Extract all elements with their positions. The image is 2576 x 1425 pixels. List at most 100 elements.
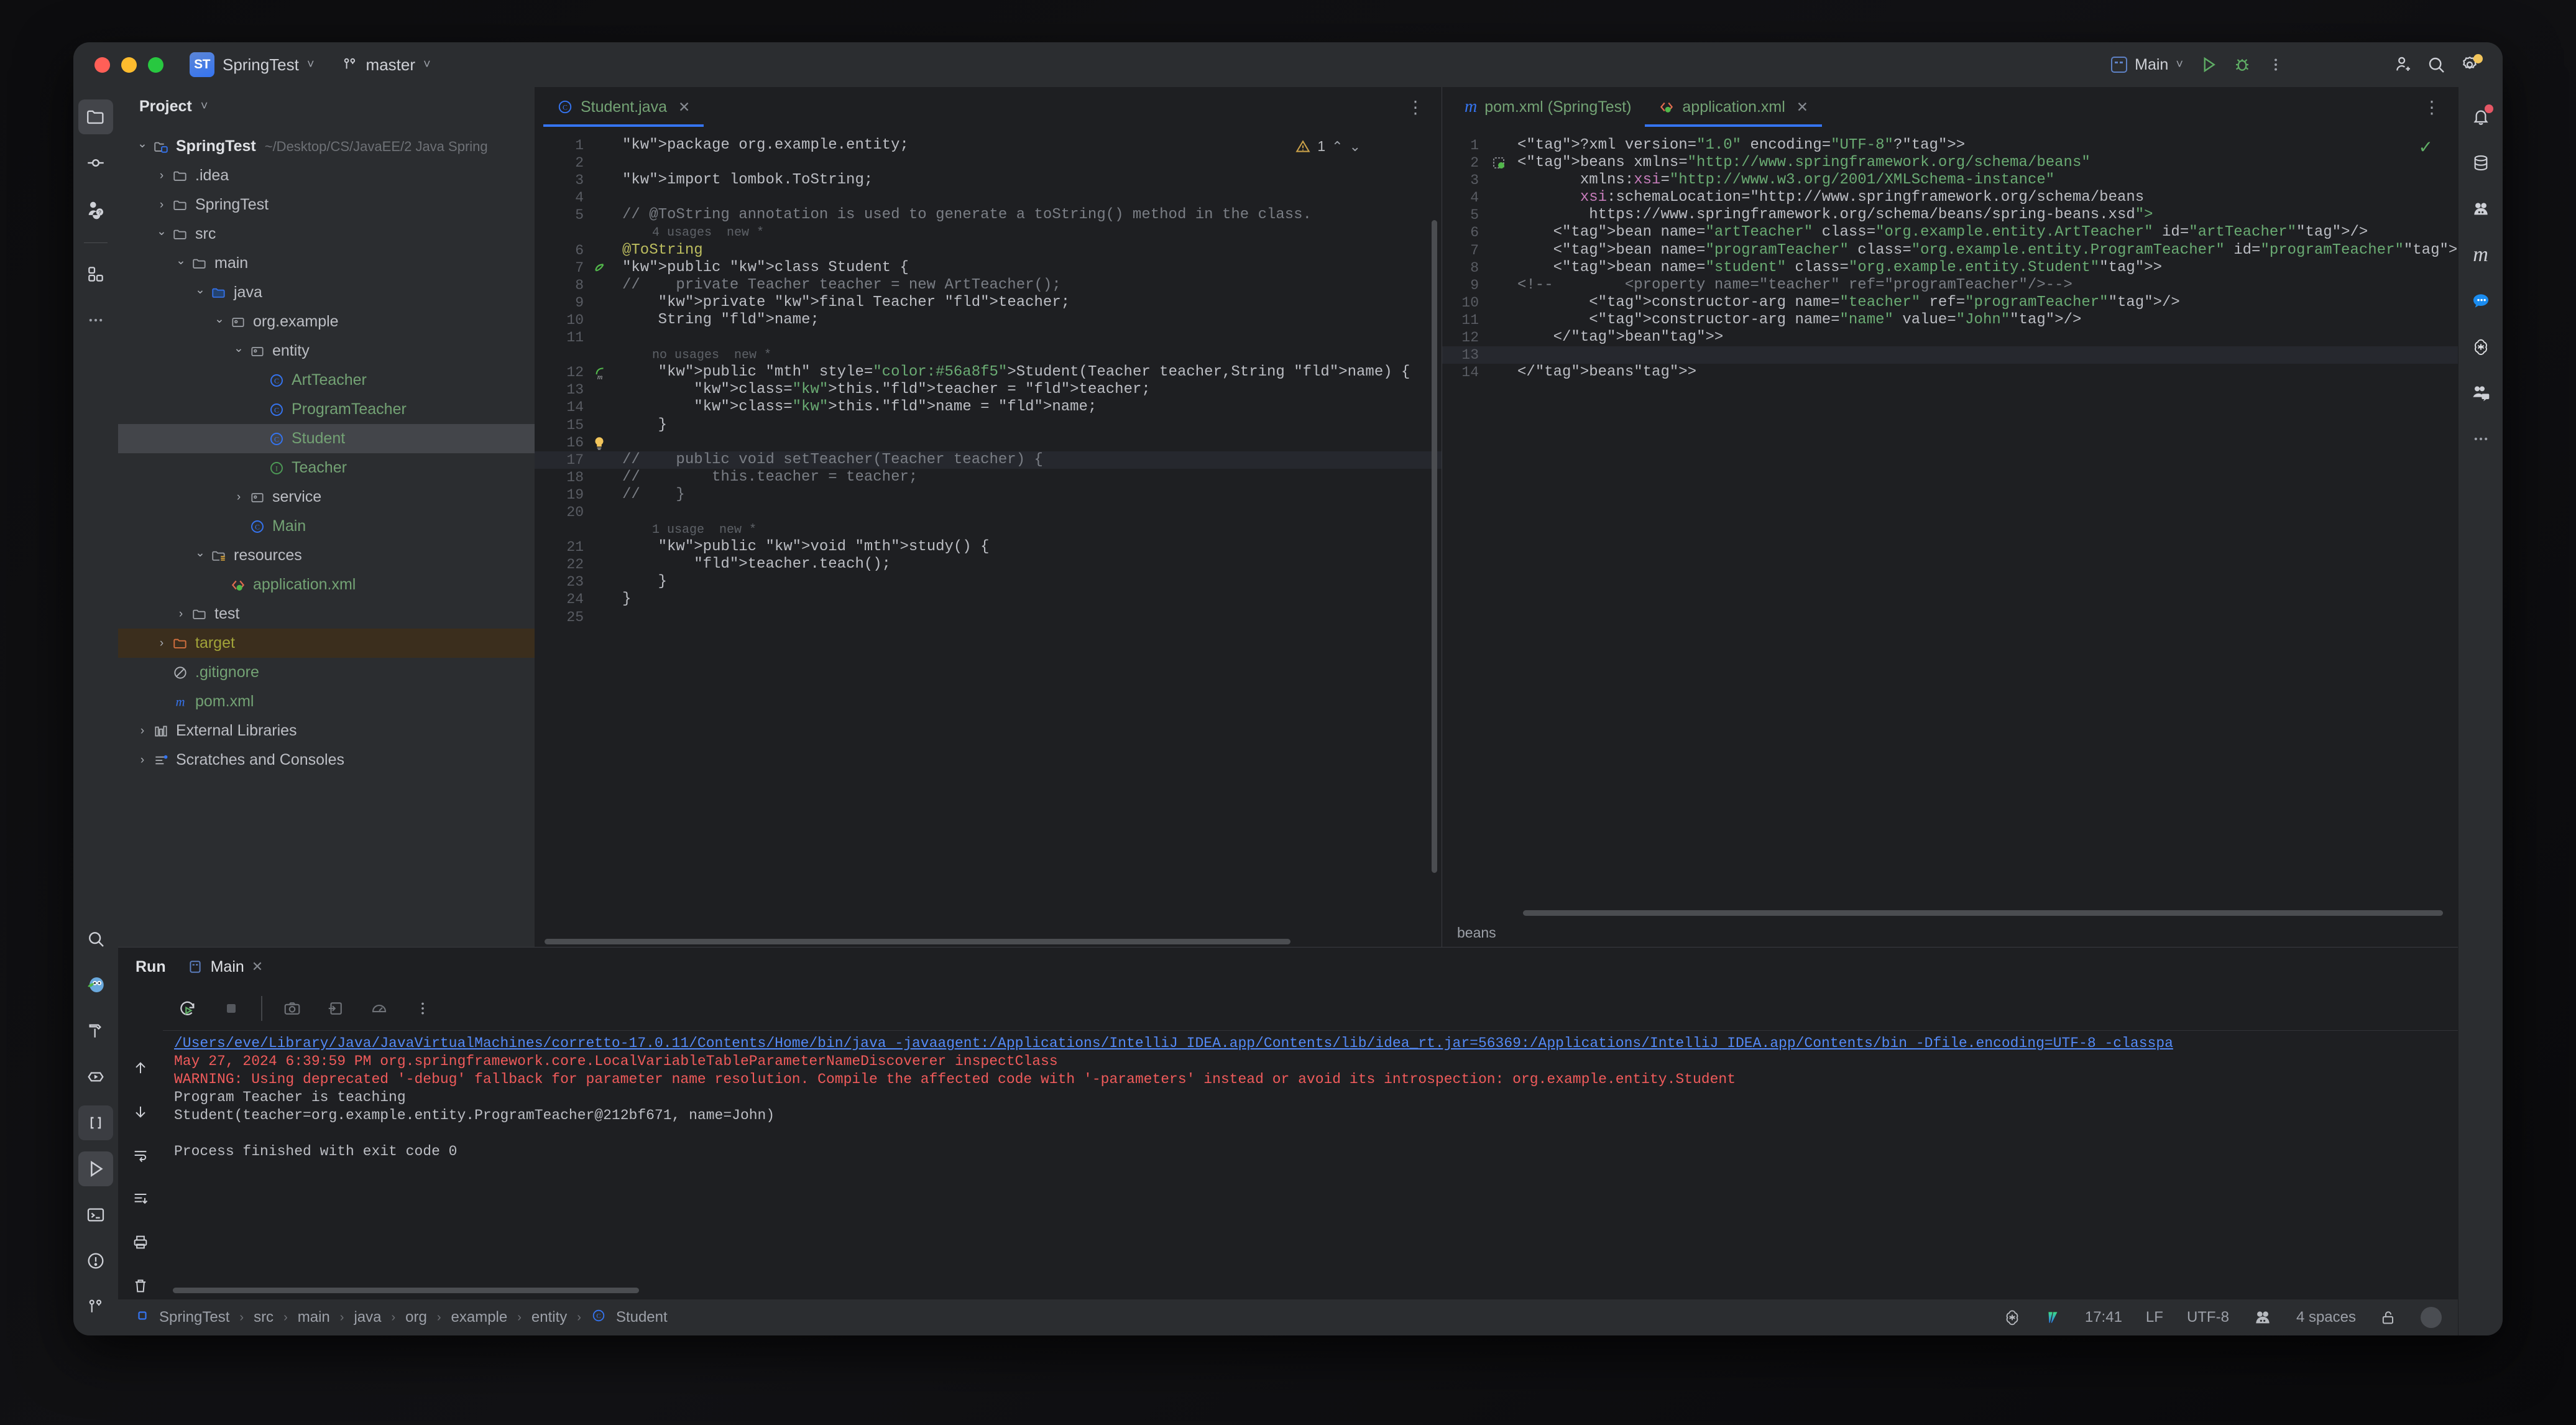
tree-node--gitignore[interactable]: .gitignore [118,658,535,687]
tab-student-java[interactable]: C Student.java ✕ [543,87,704,127]
chevron-down-icon[interactable]: ⌄ [211,312,228,326]
settings-button[interactable] [2453,48,2486,81]
java-vertical-scrollbar[interactable] [1432,220,1437,873]
breadcrumb[interactable]: SpringTest › src › main › java › org › example › ent… [136,1308,668,1327]
sidebar-item-structure[interactable] [78,257,113,292]
file-encoding[interactable]: UTF-8 [2187,1309,2229,1326]
scroll-down-button[interactable] [127,1098,154,1125]
breadcrumb-item[interactable]: org [405,1309,427,1326]
tree-node-org-example[interactable]: ⌄ org.example [118,307,535,336]
java-code-area[interactable]: 1 2 3 4 5 6 7 8 9 10 11 12 m 13 14 15 16 17 18 19 20 21 22 23 24… [535,127,1442,947]
xml-code-area[interactable]: 1 2 3 4 5 6 7 8 9 10 11 12 13 14 <"tag">?xml version=… [1442,127,2458,918]
inspection-widget[interactable]: 1 ⌃ ⌄ [1295,138,1361,155]
console-hscroll-track[interactable] [163,1286,2458,1296]
maximize-window-button[interactable] [148,57,163,73]
close-window-button[interactable] [94,57,110,73]
openai-icon[interactable] [2003,1308,2022,1327]
tree-node-artteacher[interactable]: C ArtTeacher [118,366,535,395]
xml-breadcrumb[interactable]: beans [1442,918,2458,947]
chevron-right-icon[interactable]: › [154,169,170,183]
profiler-button[interactable] [366,995,393,1022]
tree-node-teacher[interactable]: I Teacher [118,453,535,482]
spring-bean-icon[interactable] [1488,155,1506,170]
project-selector[interactable]: ST SpringTest ˅ [190,52,315,77]
soft-wrap-button[interactable] [127,1141,154,1169]
sidebar-item-services[interactable] [78,1059,113,1094]
tree-node-application-xml[interactable]: application.xml [118,570,535,599]
chevron-right-icon[interactable]: › [231,491,247,504]
sidebar-item-project[interactable] [78,99,113,134]
sidebar-item-more[interactable] [2463,422,2498,456]
tree-node-programteacher[interactable]: C ProgramTeacher [118,395,535,424]
tree-node-pom-xml[interactable]: m pom.xml [118,687,535,716]
console-more-button[interactable] [409,995,436,1022]
rerun-button[interactable] [174,995,201,1022]
java-hscroll-track[interactable] [535,937,1442,947]
avatar[interactable] [2421,1307,2442,1328]
sidebar-item-run[interactable] [78,1151,113,1186]
tree-node-test[interactable]: › test [118,599,535,629]
close-icon[interactable]: ✕ [1796,99,1808,116]
breadcrumb-item[interactable]: SpringTest [159,1309,229,1326]
sidebar-item-code-with-me[interactable] [2463,376,2498,410]
tree-node-main[interactable]: C Main [118,512,535,541]
chevron-right-icon[interactable]: › [154,198,170,212]
tree-node-scratches-and-consoles[interactable]: › Scratches and Consoles [118,745,535,775]
console-line[interactable]: /Users/eve/Library/Java/JavaVirtualMachi… [163,1035,2458,1053]
tree-node-springtest[interactable]: › SpringTest [118,190,535,219]
close-icon[interactable]: ✕ [678,99,690,116]
chevron-right-icon[interactable]: › [154,637,170,650]
breadcrumb-item[interactable]: main [298,1309,330,1326]
inspection-people-icon[interactable] [2253,1307,2273,1327]
project-tree[interactable]: ⌄ SpringTest ~/Desktop/CS/JavaEE/2 Java Sp… [118,126,535,947]
console-lines[interactable]: /Users/eve/Library/Java/JavaVirtualMachi… [163,1031,2458,1161]
breadcrumb-item[interactable]: example [451,1309,508,1326]
breadcrumb-item[interactable]: entity [531,1309,567,1326]
sidebar-item-maven[interactable]: m [2463,238,2498,272]
sidebar-item-commit[interactable] [78,145,113,180]
chevron-down-icon[interactable]: ⌄ [154,224,170,239]
chevron-right-icon[interactable]: › [134,754,150,767]
chevron-right-icon[interactable]: › [134,724,150,738]
bean-icon[interactable] [589,261,607,275]
vpn-icon[interactable] [2045,1307,2061,1327]
sidebar-item-build[interactable] [78,1013,113,1048]
sidebar-item-pull-requests[interactable]: ? [78,191,113,226]
close-icon[interactable]: ✕ [252,959,263,975]
scroll-up-button[interactable] [127,1054,154,1082]
chevron-down-icon[interactable]: ⌄ [134,137,150,151]
sidebar-item-openai[interactable] [2463,330,2498,364]
sidebar-item-ai-assistant[interactable] [2463,191,2498,226]
scroll-to-end-button[interactable] [127,1185,154,1212]
debug-button[interactable] [2225,48,2259,81]
tree-node-external-libraries[interactable]: › External Libraries [118,716,535,745]
tree-node-resources[interactable]: ⌄ resources [118,541,535,570]
console-horizontal-scrollbar[interactable] [173,1288,639,1293]
chevron-right-icon[interactable]: › [173,607,189,621]
xml-hscroll-track[interactable] [1442,908,2458,918]
sidebar-item-version-control[interactable] [78,1289,113,1324]
tab-application-xml[interactable]: application.xml ✕ [1645,87,1822,127]
bean-method-icon[interactable]: m [589,365,607,381]
export-button[interactable] [322,995,349,1022]
sidebar-item-terminal[interactable] [78,1197,113,1232]
chevron-down-icon[interactable]: ⌄ [192,283,208,297]
run-tab-main[interactable]: Main ✕ [187,958,263,976]
tree-node-target[interactable]: › target [118,629,535,658]
tree-node-springtest[interactable]: ⌄ SpringTest ~/Desktop/CS/JavaEE/2 Java Sp… [118,132,535,161]
search-everywhere-button[interactable] [2419,48,2453,81]
chevron-down-icon[interactable]: ⌄ [231,341,247,356]
lock-icon[interactable] [2380,1308,2397,1327]
run-configuration-selector[interactable]: Main ˅ [2102,52,2192,78]
tree-node--idea[interactable]: › .idea [118,161,535,190]
project-panel-header[interactable]: Project ˅ [118,87,535,126]
minimize-window-button[interactable] [121,57,137,73]
stop-button[interactable] [218,995,245,1022]
intention-bulb-icon[interactable] [589,435,607,450]
editor-options-icon[interactable]: ⋮ [2423,97,2442,118]
add-collaborator-button[interactable] [2386,48,2419,81]
console-output[interactable]: /Users/eve/Library/Java/JavaVirtualMachi… [163,986,2458,1299]
editor-options-icon[interactable]: ⋮ [1407,97,1425,118]
breadcrumb-item[interactable]: src [254,1309,274,1326]
chevron-down-icon[interactable]: ⌄ [173,254,189,268]
